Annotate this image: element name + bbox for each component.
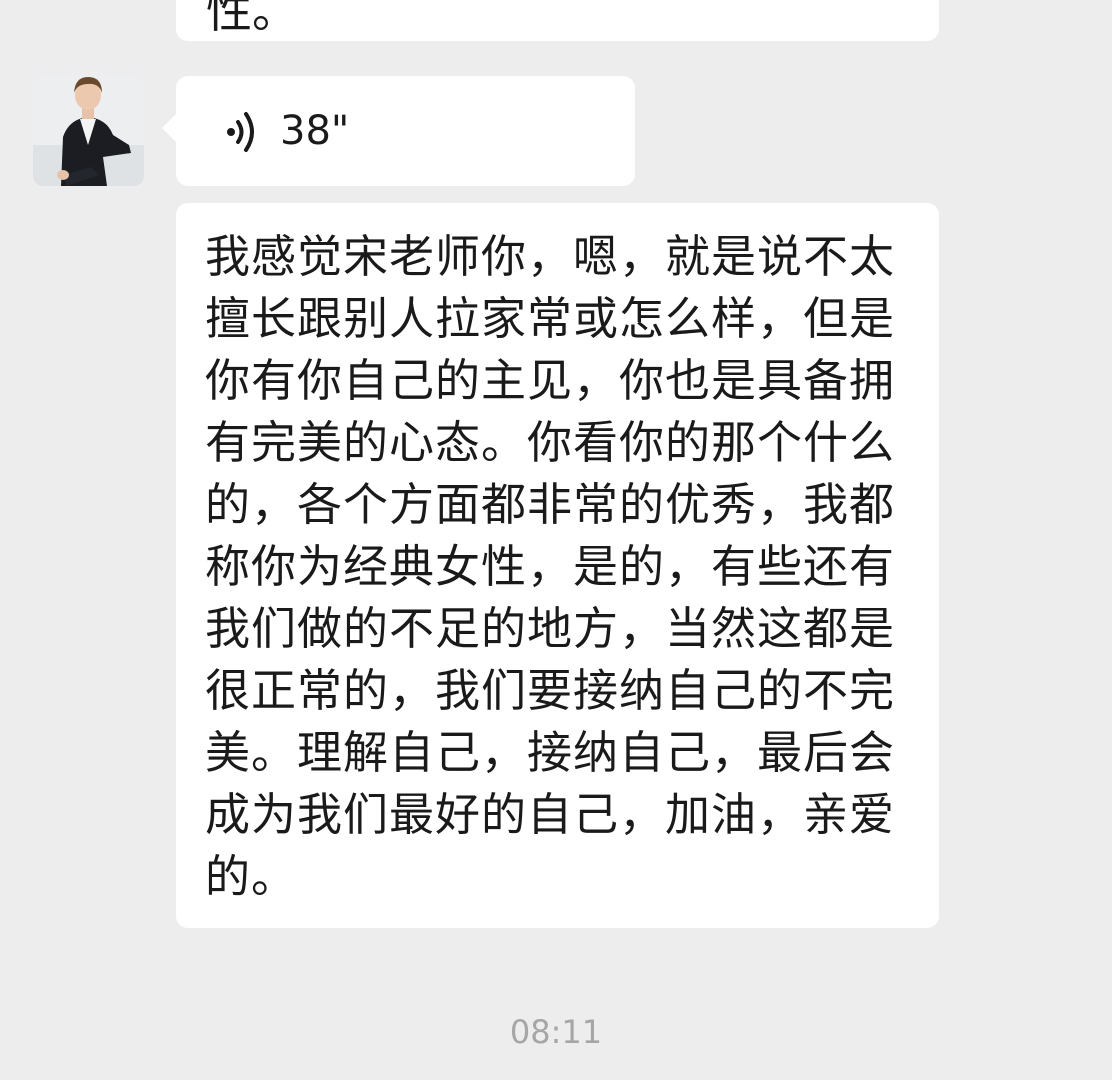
message-line: 我们做的不足的地方，当然这都是 — [205, 602, 896, 655]
message-line: 我感觉宋老师你，嗯，就是说不太 — [205, 230, 896, 283]
voice-duration: 38" — [280, 108, 350, 154]
message-line: 擅长跟别人拉家常或怎么样，但是 — [205, 292, 896, 345]
person-photo-icon — [33, 75, 144, 186]
avatar[interactable] — [33, 75, 144, 186]
message-line: 称你为经典女性，是的，有些还有 — [205, 540, 896, 593]
message-line: 的。 — [205, 850, 298, 903]
message-line: 你有你自己的主见，你也是具备拥 — [205, 354, 896, 407]
previous-message-text: 性。 — [206, 0, 298, 38]
previous-message-bubble[interactable]: 性。 — [176, 0, 939, 41]
voice-wave-icon — [227, 112, 254, 152]
message-line: 成为我们最好的自己，加油，亲爱 — [205, 788, 896, 841]
message-line: 有完美的心态。你看你的那个什么 — [205, 416, 896, 469]
message-line: 美。理解自己，接纳自己，最后会 — [205, 726, 896, 779]
message-line: 很正常的，我们要接纳自己的不完 — [205, 664, 896, 717]
chat-view: 性。 38" 我感觉宋老师你，嗯，就是说不太 擅长跟别人拉家常或怎么样，但是 你… — [0, 0, 1112, 1080]
message-timestamp: 08:11 — [509, 1013, 603, 1051]
message-line: 的，各个方面都非常的优秀，我都 — [205, 478, 896, 531]
